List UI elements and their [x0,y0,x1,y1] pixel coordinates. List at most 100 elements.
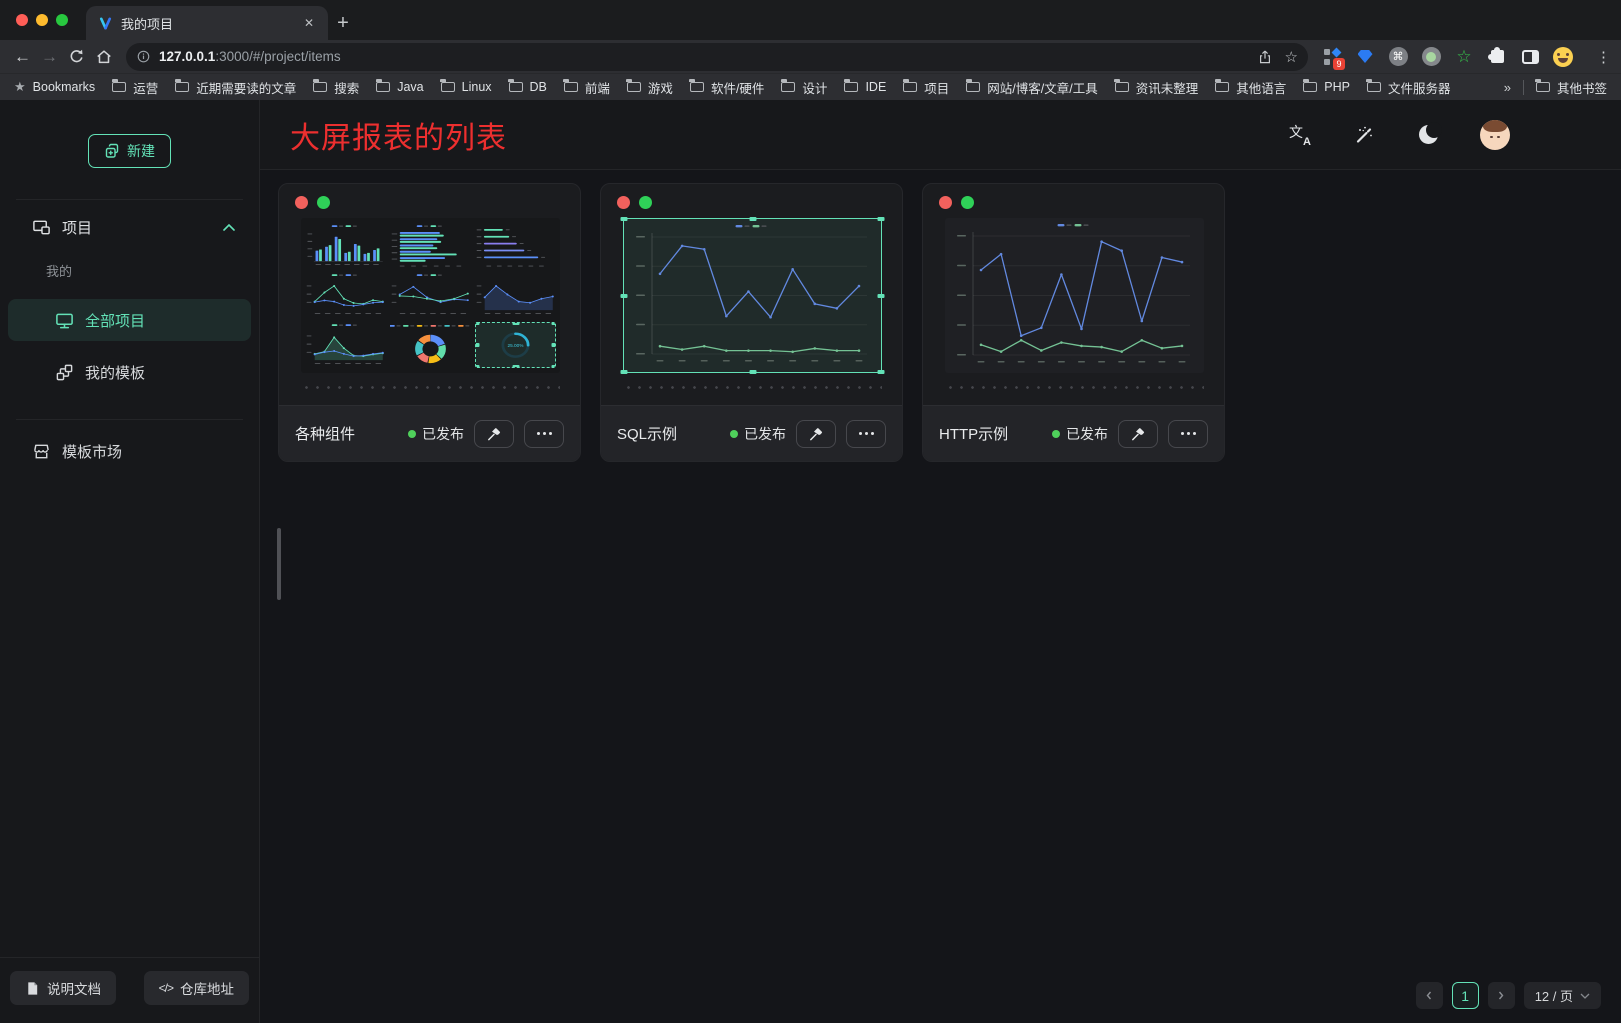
edit-project-button[interactable] [796,420,836,448]
project-card[interactable]: HTTP示例 已发布 [922,183,1225,462]
more-actions-button[interactable] [1168,420,1208,448]
bookmark-folder-item[interactable]: 近期需要读的文章 [175,78,296,97]
browser-tab[interactable]: 我的项目 ✕ [86,6,328,40]
bookmark-folder-label: Java [397,80,423,94]
page-size-select[interactable]: 12 / 页 [1524,982,1601,1009]
selection-handle[interactable] [552,365,557,368]
site-info-icon[interactable] [136,49,151,64]
docs-button[interactable]: 说明文档 [10,971,116,1005]
bookmark-folder-item[interactable]: 资讯未整理 [1115,78,1199,97]
selection-handle[interactable] [475,365,480,368]
bookmark-folder-item[interactable]: 运营 [112,78,158,97]
bookmark-folder-item[interactable]: 软件/硬件 [690,78,764,97]
extension-grid-icon[interactable]: 9 [1322,47,1342,67]
more-actions-button[interactable] [846,420,886,448]
bookmark-folder-item[interactable]: 前端 [564,78,610,97]
bookmark-folder-item[interactable]: Java [376,80,423,94]
bookmark-folder-item[interactable]: IDE [844,80,886,94]
sidebar-item-template-market[interactable]: 模板市场 [0,420,259,462]
sidebar-item-my-templates[interactable]: 我的模板 [8,351,251,393]
page-header: 大屏报表的列表 文A [260,100,1621,170]
extension-star-icon[interactable]: ☆ [1454,47,1474,67]
selection-handle[interactable] [878,217,885,221]
selection-handle[interactable] [512,322,519,325]
bookmarks-overflow-button[interactable]: » [1504,80,1511,95]
repo-button[interactable]: </> 仓库地址 [144,971,249,1005]
selection-handle[interactable] [475,322,480,325]
selection-handle[interactable] [878,370,885,374]
selection-handle[interactable] [749,217,756,221]
bookmark-folder-item[interactable]: 文件服务器 [1367,78,1451,97]
new-project-button[interactable]: 新建 [88,134,171,168]
edit-project-button[interactable] [1118,420,1158,448]
mini-bar-chart [305,223,386,269]
prev-page-button[interactable] [1416,982,1443,1009]
project-card[interactable]: SQL示例 已发布 [600,183,903,462]
folder-icon [1303,82,1317,92]
bookmark-folder-item[interactable]: 搜索 [313,78,359,97]
share-icon[interactable] [1257,49,1273,65]
selection-handle[interactable] [621,217,628,221]
mini-progress-chart [475,223,556,269]
bookmark-folder-item[interactable]: 其他语言 [1215,78,1286,97]
close-window-button[interactable] [16,14,28,26]
bookmarks-root-item[interactable]: ★ Bookmarks [14,79,95,95]
zoom-window-button[interactable] [56,14,68,26]
sidebar-section-project[interactable]: 项目 [0,200,259,238]
edit-project-button[interactable] [474,420,514,448]
extension-recorder-icon[interactable] [1421,47,1441,67]
profile-avatar-icon[interactable] [1553,47,1573,67]
address-bar[interactable]: 127.0.0.1:3000/#/project/items ☆ [126,43,1308,71]
theme-magic-button[interactable] [1352,123,1376,147]
forward-button[interactable]: → [37,44,62,70]
project-preview-thumbnail[interactable]: 25.00% [301,218,560,373]
current-page-button[interactable]: 1 [1452,982,1479,1009]
bookmark-folder-item[interactable]: DB [509,80,547,94]
bookmark-folder-item[interactable]: Linux [441,80,492,94]
selection-handle[interactable] [749,370,756,374]
close-tab-icon[interactable]: ✕ [300,14,318,32]
new-tab-button[interactable]: + [328,6,358,40]
reload-button[interactable] [64,44,89,70]
selection-handle[interactable] [878,294,885,298]
extensions-puzzle-icon[interactable] [1487,47,1507,67]
project-preview-thumbnail-selected[interactable] [623,218,882,373]
folder-icon [175,82,189,92]
user-avatar[interactable] [1480,120,1510,150]
bookmark-folder-item[interactable]: 网站/博客/文章/工具 [966,78,1097,97]
project-card[interactable]: 25.00% 各种组件 已发布 [278,183,581,462]
bookmark-folder-item[interactable]: 项目 [903,78,949,97]
extension-gem-icon[interactable] [1355,47,1375,67]
bookmark-folder-item[interactable]: PHP [1303,80,1350,94]
selection-handle[interactable] [621,294,628,298]
language-toggle-button[interactable]: 文A [1288,123,1312,147]
folder-icon [690,82,704,92]
bookmark-star-icon[interactable]: ☆ [1285,48,1298,66]
next-page-button[interactable] [1488,982,1515,1009]
chevron-up-icon[interactable] [223,224,235,231]
selection-handle[interactable] [621,370,628,374]
side-panel-icon[interactable] [1520,47,1540,67]
extension-command-icon[interactable]: ⌘ [1388,47,1408,67]
dark-mode-button[interactable] [1416,123,1440,147]
browser-menu-icon[interactable]: ⋮ [1596,48,1611,66]
project-name: 各种组件 [295,423,355,444]
back-button[interactable]: ← [10,44,35,70]
selection-handle[interactable] [512,365,519,368]
bookmark-folder-item[interactable]: 设计 [781,78,827,97]
selection-handle[interactable] [552,343,557,347]
mine-group-label: 我的 [46,261,259,280]
more-actions-button[interactable] [524,420,564,448]
selection-handle[interactable] [552,322,557,325]
other-bookmarks-folder[interactable]: 其他书签 [1536,78,1607,97]
site-favicon [98,16,113,31]
home-button[interactable] [91,44,116,70]
sidebar-item-all-projects[interactable]: 全部项目 [8,299,251,341]
green-dot-icon [961,196,974,209]
project-preview-thumbnail[interactable] [945,218,1204,373]
bookmark-folder-item[interactable]: 游戏 [627,78,673,97]
folder-icon [112,82,126,92]
minimize-window-button[interactable] [36,14,48,26]
selection-handle[interactable] [475,343,480,347]
scrollbar-thumb[interactable] [277,528,281,600]
